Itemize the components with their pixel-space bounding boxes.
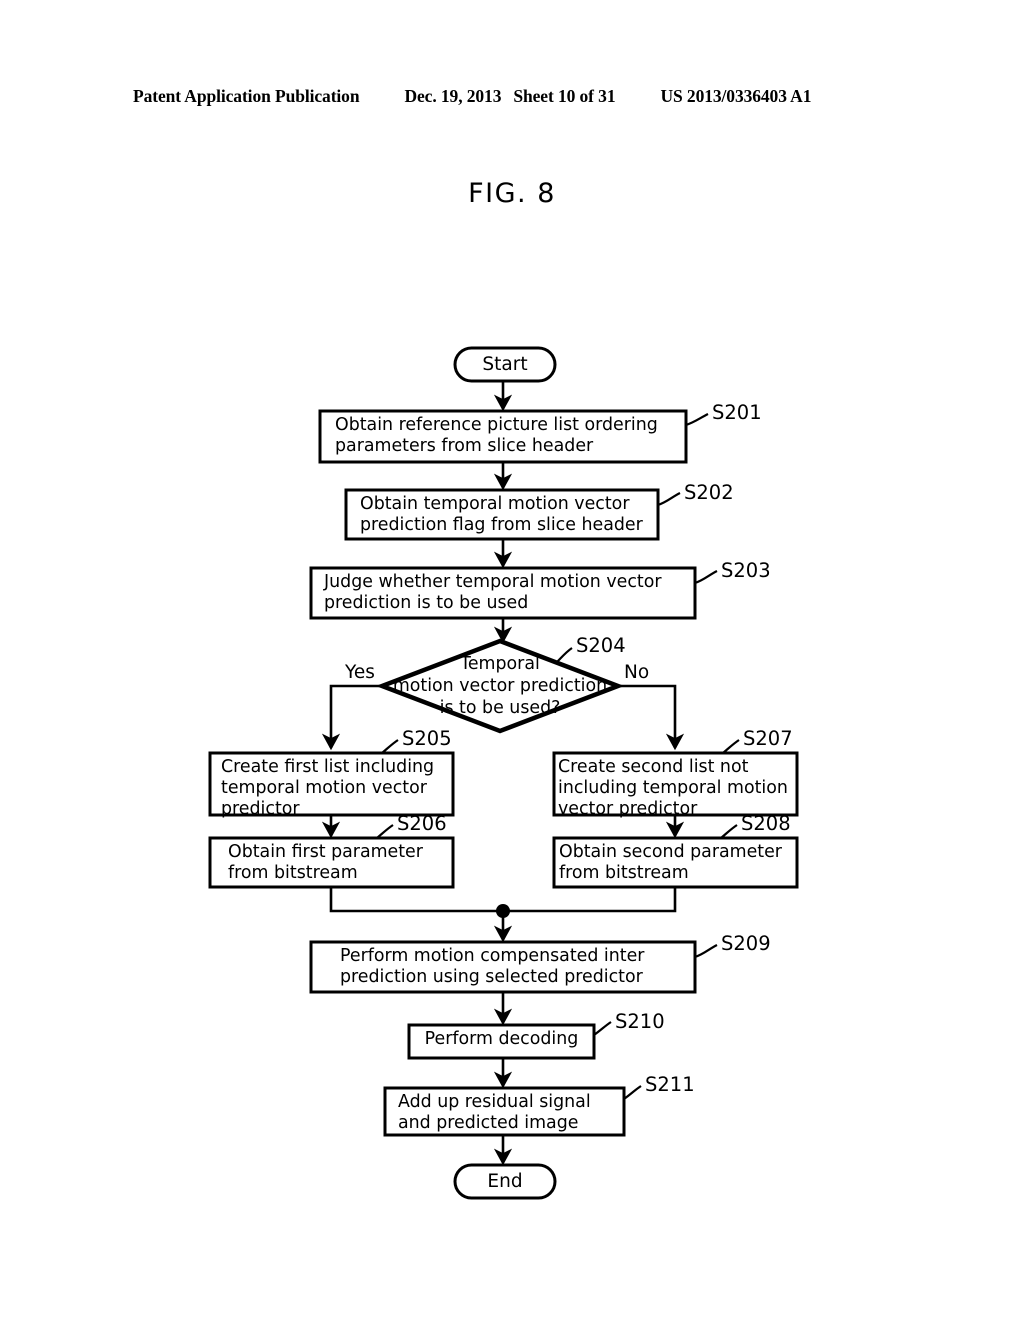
leader-s210 [593,1021,612,1036]
node-s208-text: Obtain second parameter from bitstream [559,842,782,883]
branch-label-yes: Yes [345,662,375,683]
start-terminator-label: Start [482,354,528,375]
leader-s201 [685,413,709,427]
step-label-s203: S203 [721,559,771,582]
step-label-s201: S201 [712,401,762,424]
connector-no-branch [618,684,685,751]
step-label-s207: S207 [743,727,793,750]
node-s203-text: Judge whether temporal motion vector pre… [324,572,662,613]
leader-s211 [623,1085,642,1100]
branch-label-no: No [624,662,650,683]
node-s204-text: Temporal motion vector prediction is to … [392,654,608,718]
node-s201-text: Obtain reference picture list ordering p… [335,415,658,456]
step-label-s204: S204 [576,634,626,657]
leader-s207 [722,739,740,754]
connector-merge-right [503,887,677,913]
leader-s205 [381,739,399,754]
leader-s203 [694,570,718,585]
leader-s202 [657,492,681,507]
connector-yes-branch [321,684,382,751]
node-s207-text: Create second list not including tempora… [558,757,788,819]
step-label-s209: S209 [721,932,771,955]
node-s209-text: Perform motion compensated inter predict… [340,946,645,987]
step-label-s205: S205 [402,727,452,750]
step-label-s202: S202 [684,481,734,504]
node-s211-text: Add up residual signal and predicted ima… [398,1092,591,1133]
node-s206-text: Obtain first parameter from bitstream [228,842,423,883]
leader-s206 [376,824,394,839]
step-label-s210: S210 [615,1010,665,1033]
step-label-s211: S211 [645,1073,695,1096]
leader-s209 [694,944,718,959]
step-label-s208: S208 [741,812,791,835]
step-label-s206: S206 [397,812,447,835]
node-s202-text: Obtain temporal motion vector prediction… [360,494,643,535]
connector-merge-left [329,887,503,913]
node-s210-text: Perform decoding [424,1029,579,1049]
end-terminator-label: End [487,1171,523,1192]
leader-s208 [720,824,738,839]
node-s205-text: Create first list including temporal mot… [221,757,435,819]
